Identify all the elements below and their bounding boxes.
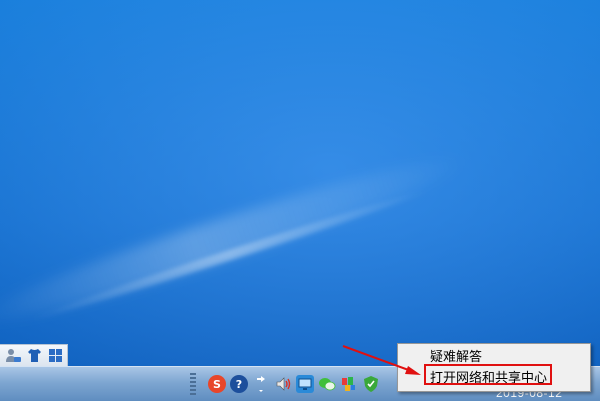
colorful-app-icon[interactable] bbox=[340, 375, 358, 393]
wechat-icon[interactable] bbox=[318, 375, 336, 393]
desktop bbox=[0, 0, 600, 400]
monitor-icon[interactable] bbox=[296, 375, 314, 393]
taskbar-grip[interactable] bbox=[190, 373, 196, 395]
quick-toolbar bbox=[0, 344, 68, 366]
menu-item-troubleshoot[interactable]: 疑难解答 bbox=[398, 347, 588, 368]
network-context-menu: 疑难解答 打开网络和共享中心 bbox=[397, 343, 591, 392]
help-icon[interactable]: ? bbox=[230, 375, 248, 393]
security-shield-icon[interactable] bbox=[362, 375, 380, 393]
menu-item-open-network-sharing-center[interactable]: 打开网络和共享中心 bbox=[398, 368, 588, 389]
network-arrows-icon[interactable] bbox=[252, 375, 270, 393]
grid-apps-icon[interactable] bbox=[47, 347, 64, 364]
wallpaper-light-streak bbox=[28, 185, 432, 325]
system-tray: S ? bbox=[190, 371, 380, 397]
user-swap-icon[interactable] bbox=[5, 347, 22, 364]
tshirt-icon[interactable] bbox=[26, 347, 43, 364]
sogou-input-icon[interactable]: S bbox=[208, 375, 226, 393]
speaker-icon[interactable] bbox=[274, 375, 292, 393]
